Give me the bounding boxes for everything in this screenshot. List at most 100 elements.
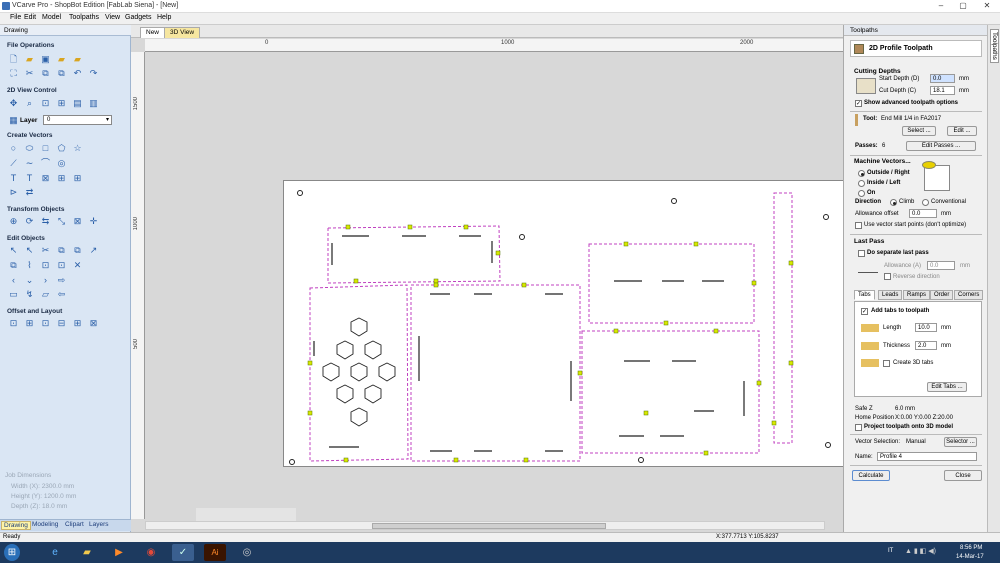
job-setup-icon[interactable]: ⛶	[8, 68, 19, 79]
toolpaths-side-tab[interactable]: Toolpaths	[987, 25, 1000, 532]
arc-icon[interactable]: ⌒	[40, 158, 51, 169]
circular-copy-icon[interactable]: ⊡	[40, 318, 51, 329]
subtab-order[interactable]: Order	[930, 290, 954, 300]
close-button[interactable]: Close	[944, 470, 982, 481]
close-window-button[interactable]: ✕	[976, 0, 998, 12]
polyline-icon[interactable]: ⟋	[8, 158, 19, 169]
tab-length-input[interactable]: 10.0	[915, 323, 937, 332]
join-icon[interactable]: ⧉	[8, 260, 19, 271]
layout-icon[interactable]: ⊠	[88, 318, 99, 329]
new-file-icon[interactable]: 🗋	[8, 54, 19, 65]
subtab-ramps[interactable]: Ramps	[903, 290, 931, 300]
break-icon[interactable]: ⌇	[24, 260, 35, 271]
edit-passes-button[interactable]: Edit Passes ...	[906, 141, 976, 151]
reduce-icon[interactable]: ⇦	[56, 289, 67, 300]
save-icon[interactable]: ▣	[40, 54, 51, 65]
layer-select[interactable]: 0 ▾	[43, 115, 112, 125]
toolpath-name-input[interactable]: Profile 4	[877, 452, 977, 461]
array-copy-icon[interactable]: ⊞	[24, 318, 35, 329]
conventional-radio[interactable]	[922, 199, 929, 206]
subtab-corners[interactable]: Corners	[954, 290, 984, 300]
start-button-icon[interactable]: ⊞	[4, 544, 20, 561]
interpolate-icon[interactable]: ▱	[40, 289, 51, 300]
inside-left-radio[interactable]	[858, 180, 865, 187]
tool-edit-button[interactable]: Edit ...	[947, 126, 977, 136]
calculate-button[interactable]: Calculate	[852, 470, 890, 481]
view-layout-icon[interactable]: ▥	[88, 98, 99, 109]
contour-icon[interactable]: ↯	[24, 289, 35, 300]
tool-select-button[interactable]: Select ...	[902, 126, 936, 136]
clock-date[interactable]: 14-Mar-17	[956, 554, 984, 560]
offset-icon[interactable]: ⊡	[8, 318, 19, 329]
scrollbar-thumb[interactable]	[372, 523, 606, 529]
dogbone-icon[interactable]: ⊞	[72, 173, 83, 184]
nesting-icon[interactable]: ⊟	[56, 318, 67, 329]
menu-help[interactable]: Help	[157, 14, 171, 21]
create-3d-tabs-checkbox[interactable]	[883, 360, 890, 367]
close-vector-icon[interactable]: ›	[40, 275, 51, 286]
tab-clipart[interactable]: Clipart	[63, 521, 86, 528]
add-tabs-checkbox[interactable]: ✓	[861, 308, 868, 315]
smooth-icon[interactable]: ⊡	[40, 260, 51, 271]
scale-icon[interactable]: ⤡	[56, 216, 67, 227]
maximize-button[interactable]: ▢	[952, 0, 974, 12]
chrome-icon[interactable]: ◉	[140, 544, 162, 561]
measure-icon[interactable]: ⇄	[24, 187, 35, 198]
edit-tabs-button[interactable]: Edit Tabs ...	[927, 382, 967, 392]
start-depth-input[interactable]: 0.0	[930, 74, 955, 83]
subtab-leads[interactable]: Leads	[878, 290, 903, 300]
move-icon[interactable]: ⊕	[8, 216, 19, 227]
extend-icon[interactable]: ↗	[88, 245, 99, 256]
distort-icon[interactable]: ⊠	[72, 216, 83, 227]
select-icon[interactable]: ↖	[8, 245, 19, 256]
spiral-icon[interactable]: ◎	[56, 158, 67, 169]
tab-icon[interactable]: ▭	[8, 289, 19, 300]
climb-radio[interactable]	[890, 199, 897, 206]
tray-icons[interactable]: ▲ ▮ ◧ ◀)	[905, 547, 936, 555]
on-radio[interactable]	[858, 190, 865, 197]
tab-layers[interactable]: Layers	[87, 521, 111, 528]
arrow-right-icon[interactable]: ⇨	[56, 275, 67, 286]
menu-edit[interactable]: Edit	[24, 14, 36, 21]
undo-icon[interactable]: ↶	[72, 68, 83, 79]
file-explorer-icon[interactable]: ▰	[76, 544, 98, 561]
cut-icon[interactable]: ✂	[24, 68, 35, 79]
menu-view[interactable]: View	[105, 14, 120, 21]
clock-time[interactable]: 8:56 PM	[960, 545, 982, 551]
horizontal-scrollbar[interactable]	[145, 521, 825, 530]
selector-button[interactable]: Selector ...	[944, 437, 977, 447]
polygon-icon[interactable]: ⬠	[56, 143, 67, 154]
trim-icon[interactable]: ✂	[40, 245, 51, 256]
mirror-icon[interactable]: ⇆	[40, 216, 51, 227]
zoom-selection-icon[interactable]: ⊞	[56, 98, 67, 109]
cut-depth-input[interactable]: 18.1	[930, 86, 955, 95]
redo-icon[interactable]: ↷	[88, 68, 99, 79]
zoom-icon[interactable]: ⌕	[24, 98, 35, 109]
paste-icon[interactable]: ⧉	[56, 68, 67, 79]
copy-icon[interactable]: ⧉	[40, 68, 51, 79]
allowance-a-input[interactable]: 0.0	[927, 261, 955, 270]
group-icon[interactable]: ⊡	[56, 260, 67, 271]
text-icon[interactable]: T	[8, 173, 19, 184]
subtract-icon[interactable]: ⧉	[72, 245, 83, 256]
show-advanced-checkbox[interactable]: ✓	[855, 100, 862, 107]
fillet-corner-icon[interactable]: ‹	[8, 275, 19, 286]
app-icon-gray[interactable]: ◎	[236, 544, 258, 561]
chamfer-icon[interactable]: ⌄	[24, 275, 35, 286]
vcarve-icon[interactable]: ✓	[172, 544, 194, 561]
open-file-icon[interactable]: ▰	[24, 54, 35, 65]
language-indicator[interactable]: IT	[888, 548, 893, 554]
tab-thickness-input[interactable]: 2.0	[915, 341, 937, 350]
align-icon[interactable]: ✛	[88, 216, 99, 227]
media-player-icon[interactable]: ▶	[108, 544, 130, 561]
star-icon[interactable]: ☆	[72, 143, 83, 154]
allowance-offset-input[interactable]: 0.0	[909, 209, 937, 218]
ungroup-icon[interactable]: ✕	[72, 260, 83, 271]
zoom-fit-icon[interactable]: ⊡	[40, 98, 51, 109]
block-copy-icon[interactable]: ⊞	[72, 318, 83, 329]
tab-new[interactable]: New	[140, 27, 166, 38]
internet-explorer-icon[interactable]: e	[44, 544, 66, 561]
open-folder-icon[interactable]: ▰	[56, 54, 67, 65]
curve-icon[interactable]: ∼	[24, 158, 35, 169]
tab-3d-view[interactable]: 3D View	[164, 27, 201, 38]
